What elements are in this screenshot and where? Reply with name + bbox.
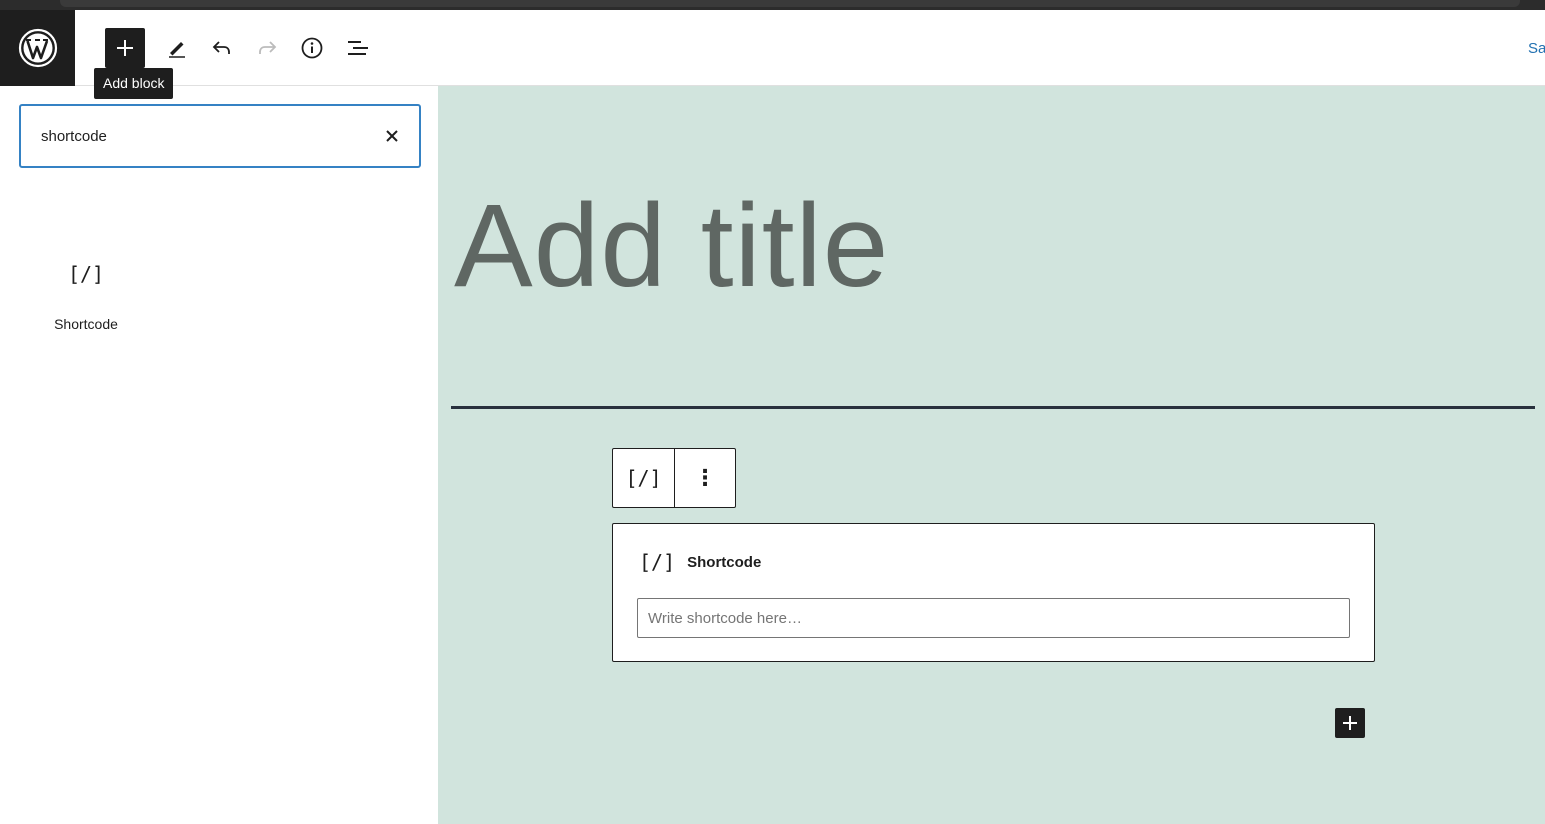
shortcode-block-header: [/] Shortcode (639, 550, 761, 574)
separator-block[interactable] (451, 406, 1535, 409)
add-block-tooltip: Add block (94, 68, 174, 99)
details-button[interactable] (292, 28, 332, 68)
undo-icon (212, 41, 230, 54)
wordpress-logo-button[interactable] (0, 10, 75, 86)
add-block-button[interactable] (105, 28, 145, 68)
shortcode-icon: [/] (67, 262, 105, 286)
shortcode-input[interactable] (637, 598, 1350, 638)
redo-button[interactable] (247, 28, 287, 68)
editor-header: Sa (0, 10, 1545, 86)
append-block-button[interactable] (1335, 708, 1365, 738)
clear-search-button[interactable] (381, 125, 403, 147)
list-view-icon (348, 41, 368, 55)
redo-icon (259, 41, 277, 54)
save-draft-link[interactable]: Sa (1528, 40, 1545, 57)
block-options-button[interactable]: ⋮ (675, 449, 735, 507)
shortcode-icon: [/] (625, 466, 662, 490)
block-search-field[interactable] (19, 104, 421, 168)
block-type-button[interactable]: [/] (613, 449, 675, 507)
list-view-button[interactable] (338, 28, 378, 68)
block-result-label: Shortcode (54, 316, 118, 332)
tools-button[interactable] (157, 28, 197, 68)
browser-top-strip (0, 0, 1545, 10)
plus-icon (117, 40, 133, 56)
info-icon (301, 37, 323, 59)
undo-button[interactable] (202, 28, 242, 68)
editor-canvas: Add title [/] ⋮ [/] Shortcode (438, 86, 1545, 824)
post-title-placeholder[interactable]: Add title (454, 178, 889, 314)
shortcode-block-label: Shortcode (687, 553, 762, 571)
wordpress-logo-icon (18, 28, 57, 68)
more-vertical-icon: ⋮ (694, 465, 716, 490)
shortcode-icon: [/] (639, 550, 676, 574)
shortcode-block[interactable]: [/] Shortcode (612, 523, 1375, 662)
close-icon (386, 130, 398, 142)
block-inserter-panel: [/] Shortcode (0, 86, 438, 824)
pencil-icon (169, 42, 185, 58)
plus-icon (1343, 716, 1357, 730)
block-toolbar: [/] ⋮ (612, 448, 736, 508)
block-result-shortcode[interactable]: [/] Shortcode (36, 246, 136, 342)
block-search-input[interactable] (41, 106, 371, 166)
